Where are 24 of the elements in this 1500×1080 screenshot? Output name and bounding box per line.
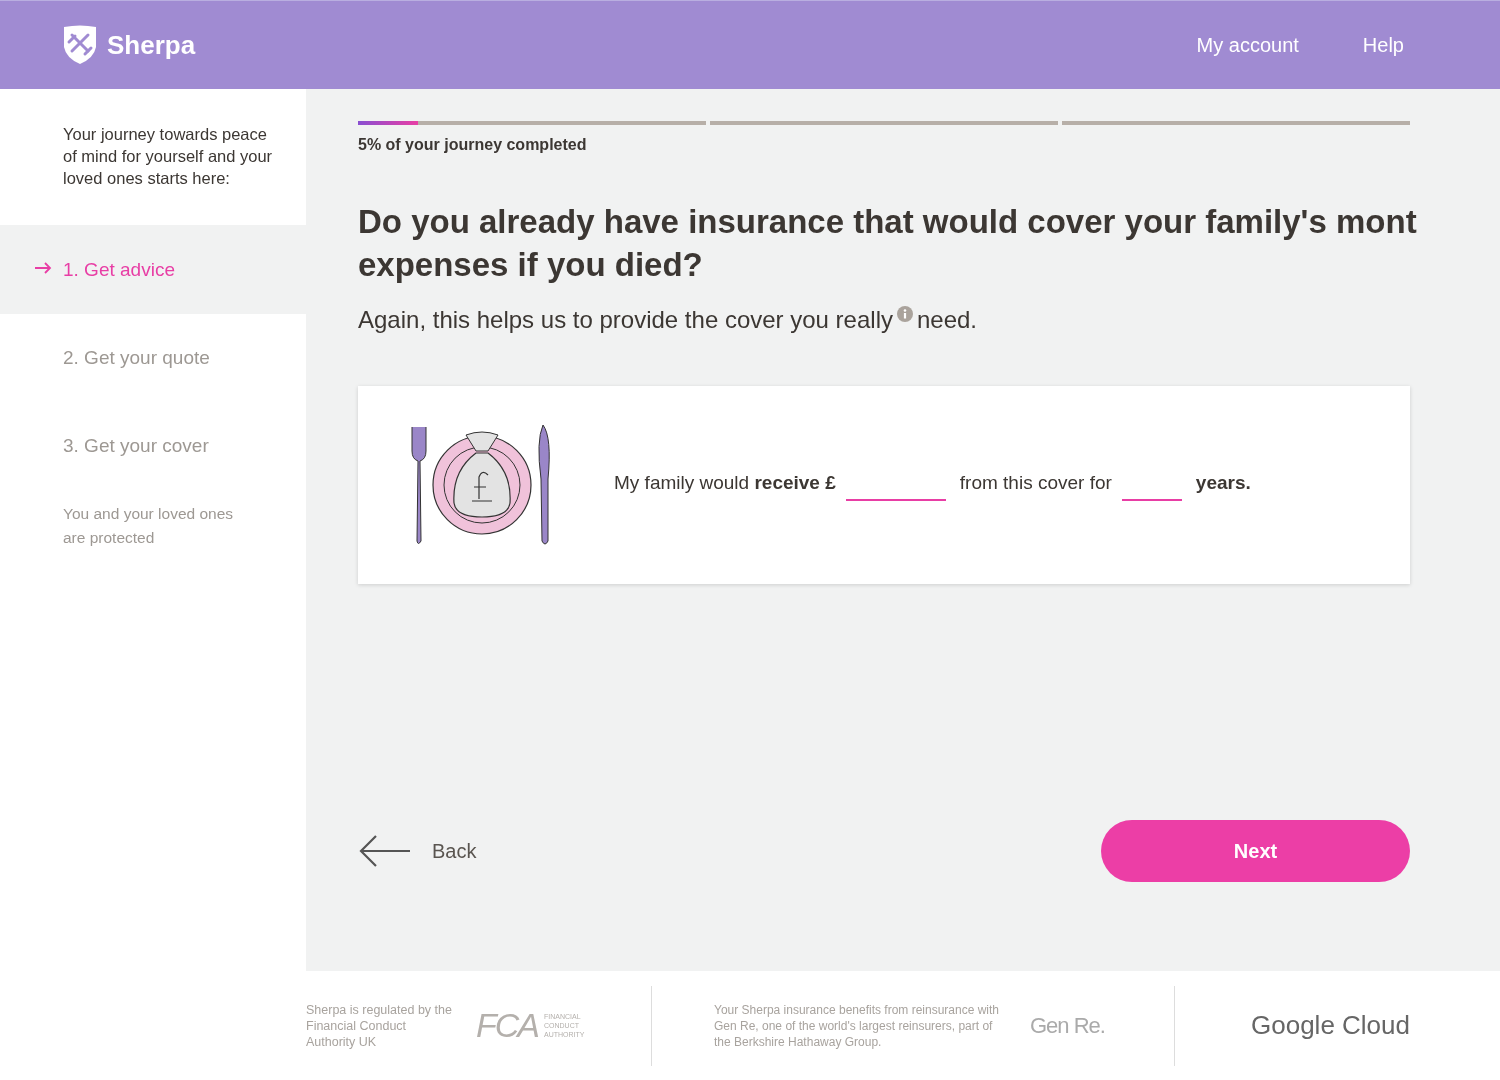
- brand-name[interactable]: Sherpa: [107, 29, 196, 61]
- progress-caption: 5% of your journey completed: [358, 136, 588, 154]
- nav-link[interactable]: Help: [1362, 33, 1404, 57]
- back-link[interactable]: Back: [358, 834, 477, 868]
- step-item[interactable]: 1. Get advice: [0, 225, 306, 314]
- subtitle-text: need.: [916, 306, 978, 334]
- step-item[interactable]: 2. Get your quote: [0, 314, 306, 402]
- question-heading: Do you already have insurance that would cover your family's mont expenses if you died?: [358, 202, 1418, 285]
- gen-re-logo: Gen Re.: [1030, 1012, 1105, 1039]
- step-item[interactable]: 3. Get your cover: [0, 402, 306, 490]
- intro-text: Your journey towards peace of mind for yourself and your loved ones starts here:: [62, 124, 274, 189]
- sentence-text: from this cover for: [959, 471, 1112, 494]
- step-item[interactable]: You and your loved ones are protected: [0, 490, 306, 550]
- google-cloud-logo: Google Cloud: [1251, 1010, 1410, 1041]
- arrow-icon: [34, 262, 52, 274]
- subtitle-text: Again, this helps us to provide the cover you really: [358, 306, 893, 334]
- nav-link[interactable]: My account: [1196, 33, 1299, 57]
- sentence-text: My family would receive £: [614, 471, 836, 494]
- regulation-text: Sherpa is regulated by the Financial Conduct Authority UK: [306, 1001, 452, 1050]
- next-button[interactable]: Next: [1101, 820, 1410, 882]
- info-icon[interactable]: [896, 306, 913, 322]
- sentence-text: years.: [1195, 471, 1251, 494]
- shield-logo-icon: [63, 25, 97, 65]
- reinsurance-text: Your Sherpa insurance benefits from reinsurance with Gen Re, one of the world's largest reinsurers, part of the Berkshire Hathaway Group.: [714, 1001, 1001, 1050]
